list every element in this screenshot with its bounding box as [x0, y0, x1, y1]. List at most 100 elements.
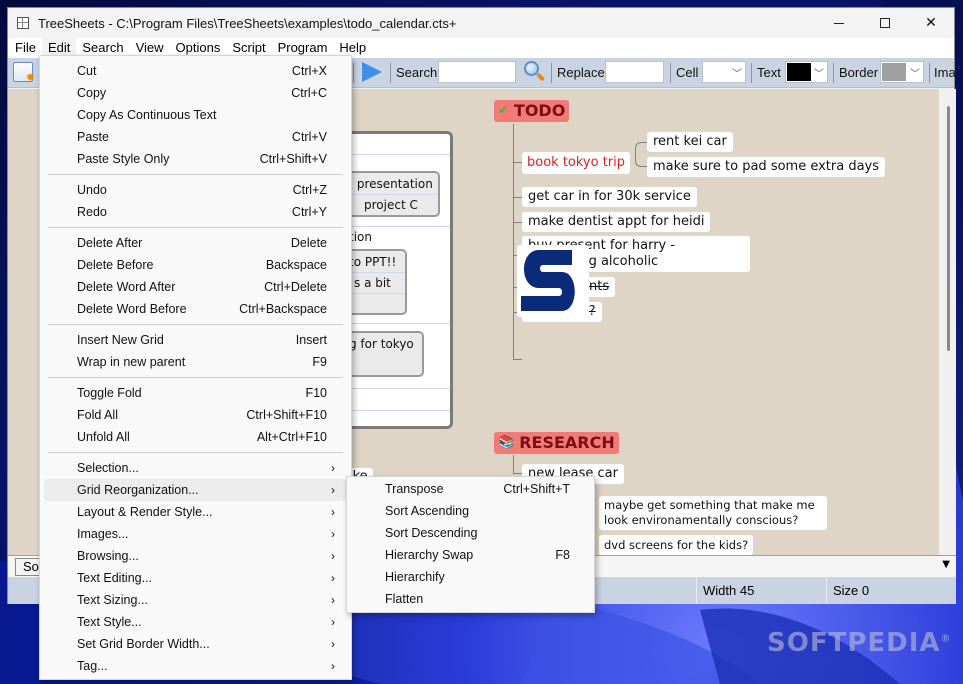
tree-connector: [513, 222, 522, 223]
menu-item-copy-as-continuous-text[interactable]: Copy As Continuous Text: [44, 104, 347, 126]
close-button[interactable]: ✕: [908, 8, 954, 38]
menu-item-label: Wrap in new parent: [77, 355, 186, 369]
menu-item-browsing[interactable]: Browsing... ›: [44, 545, 347, 567]
menu-item-delete-word-before[interactable]: Delete Word Before Ctrl+Backspace: [44, 298, 347, 320]
play-icon[interactable]: [362, 62, 382, 82]
chevron-right-icon: ›: [331, 461, 335, 475]
grid-divider: [348, 154, 450, 155]
todo-item[interactable]: book tokyo trip: [522, 152, 631, 174]
menu-item-shortcut: Ctrl+Z: [292, 183, 327, 197]
menu-item-text-sizing[interactable]: Text Sizing... ›: [44, 589, 347, 611]
border-color-label: Border: [839, 65, 879, 80]
grid-nested-cell[interactable]: : presentation project C: [348, 171, 440, 217]
menu-item-unfold-all[interactable]: Unfold All Alt+Ctrl+F10: [44, 426, 347, 448]
text-color-dropdown[interactable]: ﹀: [785, 61, 828, 83]
menu-item-selection[interactable]: Selection... ›: [44, 457, 347, 479]
menu-item-label: Transpose: [385, 482, 444, 496]
submenu-item-hierarchify[interactable]: Hierarchify: [351, 566, 590, 588]
vertical-scrollbar[interactable]: [939, 89, 956, 555]
menu-item-wrap-in-new-parent[interactable]: Wrap in new parent F9: [44, 351, 347, 373]
menu-item-paste-style-only[interactable]: Paste Style Only Ctrl+Shift+V: [44, 148, 347, 170]
menu-item-tag[interactable]: Tag... ›: [44, 655, 347, 677]
calendar-grid: : presentation project C tion to PPT!! s…: [348, 131, 453, 429]
menu-item-label: Browsing...: [77, 549, 139, 563]
menu-item-cut[interactable]: Cut Ctrl+X: [44, 60, 347, 82]
grid-divider: [348, 293, 405, 294]
menu-item-label: Delete Word After: [77, 280, 176, 294]
menu-item-redo[interactable]: Redo Ctrl+Y: [44, 201, 347, 223]
chevron-down-icon: ﹀: [910, 69, 920, 80]
search-input[interactable]: [438, 61, 516, 83]
cell-color-dropdown[interactable]: ﹀: [702, 61, 746, 83]
submenu-item-sort-ascending[interactable]: Sort Ascending: [351, 500, 590, 522]
menu-separator: [48, 174, 343, 175]
toolbar-separator: [751, 63, 752, 83]
menu-item-undo[interactable]: Undo Ctrl+Z: [44, 179, 347, 201]
todo-item[interactable]: get car in for 30k service: [522, 187, 697, 207]
replace-input[interactable]: [605, 61, 664, 83]
research-root-node[interactable]: 📚 RESEARCH: [494, 432, 619, 454]
menu-item-set-grid-border-width[interactable]: Set Grid Border Width... ›: [44, 633, 347, 655]
toolbar-separator: [353, 63, 354, 83]
replace-label: Replace: [557, 65, 605, 80]
tree-connector: [513, 124, 514, 360]
maximize-button[interactable]: [862, 8, 908, 38]
tab-list-dropdown-icon[interactable]: ▼: [942, 559, 950, 570]
toolbar-separator: [929, 63, 930, 83]
scrollbar-thumb[interactable]: [947, 106, 950, 351]
menu-item-images[interactable]: Images... ›: [44, 523, 347, 545]
menu-item-shortcut: Ctrl+C: [291, 86, 327, 100]
research-item[interactable]: dvd screens for the kids?: [599, 535, 754, 555]
menu-item-paste[interactable]: Paste Ctrl+V: [44, 126, 347, 148]
menu-item-grid-reorganization[interactable]: Grid Reorganization... ›: [44, 479, 347, 501]
new-document-button[interactable]: ✹: [13, 62, 35, 84]
grid-nested-cell[interactable]: g for tokyo: [348, 331, 424, 377]
menu-item-fold-all[interactable]: Fold All Ctrl+Shift+F10: [44, 404, 347, 426]
menu-item-label: Copy: [77, 86, 107, 100]
todo-subitem[interactable]: make sure to pad some extra days: [647, 157, 886, 177]
menu-file[interactable]: File: [9, 38, 42, 58]
menu-item-label: Cut: [77, 64, 97, 78]
menu-item-layout-render-style[interactable]: Layout & Render Style... ›: [44, 501, 347, 523]
menu-item-delete-before[interactable]: Delete Before Backspace: [44, 254, 347, 276]
menu-item-toggle-fold[interactable]: Toggle Fold F10: [44, 382, 347, 404]
todo-root-node[interactable]: ✔ TODO: [494, 100, 570, 122]
tree-connector: [513, 359, 522, 360]
menu-item-insert-new-grid[interactable]: Insert New Grid Insert: [44, 329, 347, 351]
minimize-icon: [834, 22, 844, 24]
research-title: RESEARCH: [519, 433, 615, 452]
todo-item[interactable]: make dentist appt for heidi: [522, 212, 711, 232]
submenu-item-sort-descending[interactable]: Sort Descending: [351, 522, 590, 544]
grid-nested-cell[interactable]: to PPT!! s a bit: [348, 249, 407, 315]
todo-subitem[interactable]: rent kei car: [647, 132, 733, 152]
research-item[interactable]: maybe get something that make me look en…: [599, 496, 827, 530]
search-button[interactable]: [523, 61, 546, 83]
border-color-dropdown[interactable]: ﹀: [880, 61, 924, 83]
softpedia-watermark: SOFTPEDIA®: [767, 628, 952, 658]
menu-item-label: Grid Reorganization...: [77, 483, 199, 497]
minimize-button[interactable]: [816, 8, 862, 38]
status-size: Size 0: [826, 577, 869, 604]
submenu-item-flatten[interactable]: Flatten: [351, 588, 590, 610]
menu-item-label: Sort Descending: [385, 526, 478, 540]
menu-item-shortcut: Ctrl+Delete: [264, 280, 327, 294]
image-cell[interactable]: [517, 245, 589, 317]
menu-item-text-style[interactable]: Text Style... ›: [44, 611, 347, 633]
menu-item-delete-word-after[interactable]: Delete Word After Ctrl+Delete: [44, 276, 347, 298]
submenu-item-hierarchy-swap[interactable]: Hierarchy Swap F8: [351, 544, 590, 566]
menu-item-label: Images...: [77, 527, 129, 541]
cell-color-label: Cell: [676, 65, 699, 80]
submenu-item-transpose[interactable]: Transpose Ctrl+Shift+T: [351, 478, 590, 500]
menu-item-delete-after[interactable]: Delete After Delete: [44, 232, 347, 254]
menu-item-label: Selection...: [77, 461, 139, 475]
menu-item-label: Redo: [77, 205, 107, 219]
menu-item-label: Undo: [77, 183, 107, 197]
menu-item-text-editing[interactable]: Text Editing... ›: [44, 567, 347, 589]
chevron-right-icon: ›: [331, 571, 335, 585]
menu-item-copy[interactable]: Copy Ctrl+C: [44, 82, 347, 104]
tree-connector: [513, 455, 514, 473]
menu-item-label: Text Sizing...: [77, 593, 148, 607]
toolbar-separator: [833, 63, 834, 83]
menu-item-label: Hierarchify: [385, 570, 445, 584]
menu-item-shortcut: Backspace: [265, 258, 327, 272]
